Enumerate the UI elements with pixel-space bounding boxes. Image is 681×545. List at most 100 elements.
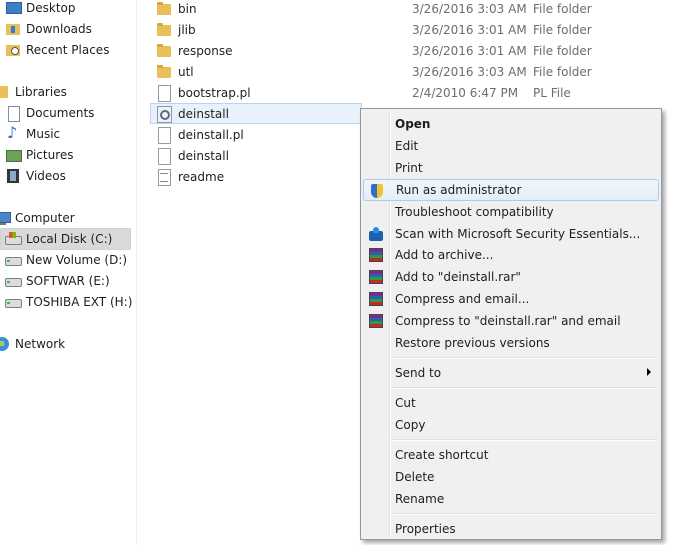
menu-item-label: Run as administrator	[396, 183, 522, 197]
menu-item-run-as-administrator[interactable]: Run as administrator	[363, 179, 659, 201]
menu-separator	[391, 357, 657, 359]
nav-item-label: Computer	[15, 210, 75, 225]
file-name: bin	[178, 1, 197, 16]
nav-item-documents[interactable]: Documents	[0, 102, 130, 123]
menu-item-properties[interactable]: Properties	[363, 518, 659, 540]
menu-item-rename[interactable]: Rename	[363, 488, 659, 510]
menu-separator	[391, 387, 657, 389]
file-name: deinstall	[178, 106, 229, 121]
nav-item-desktop[interactable]: Desktop	[0, 0, 130, 18]
nav-item-libraries[interactable]: Libraries	[0, 81, 124, 102]
file-row[interactable]: bin 3/26/2016 3:03 AM File folder	[150, 0, 640, 19]
text-file-icon	[156, 168, 172, 186]
menu-item-delete[interactable]: Delete	[363, 466, 659, 488]
computer-icon	[0, 210, 11, 226]
file-name: readme	[178, 169, 225, 184]
file-name: bootstrap.pl	[178, 85, 251, 100]
file-row[interactable]: deinstall	[150, 145, 355, 166]
videos-icon	[5, 168, 21, 184]
menu-item-label: Cut	[395, 396, 416, 410]
nav-item-softwar-e[interactable]: SOFTWAR (E:)	[0, 270, 130, 291]
winrar-icon	[368, 313, 384, 329]
nav-item-downloads[interactable]: Downloads	[0, 18, 130, 39]
network-icon	[0, 336, 10, 352]
menu-item-send-to[interactable]: Send to	[363, 362, 659, 384]
menu-item-label: Add to archive...	[395, 248, 494, 262]
folder-icon	[156, 43, 172, 59]
file-type: File folder	[533, 64, 592, 79]
file-row[interactable]: utl 3/26/2016 3:03 AM File folder	[150, 61, 640, 82]
navigation-pane: Desktop Downloads Recent Places Librarie…	[0, 0, 136, 545]
menu-item-compress-to-rar-and-email[interactable]: Compress to "deinstall.rar" and email	[363, 310, 659, 332]
nav-item-label: Desktop	[26, 0, 76, 15]
folder-icon	[156, 64, 172, 80]
menu-item-label: Copy	[395, 418, 426, 432]
nav-item-label: New Volume (D:)	[26, 252, 128, 267]
menu-item-troubleshoot-compatibility[interactable]: Troubleshoot compatibility	[363, 201, 659, 223]
menu-item-open[interactable]: Open	[363, 113, 659, 135]
menu-item-add-to-rar[interactable]: Add to "deinstall.rar"	[363, 266, 659, 288]
file-name: utl	[178, 64, 194, 79]
nav-item-label: Libraries	[15, 84, 67, 99]
menu-item-copy[interactable]: Copy	[363, 414, 659, 436]
nav-item-videos[interactable]: Videos	[0, 165, 130, 186]
file-type: File folder	[533, 43, 592, 58]
security-essentials-icon	[368, 226, 384, 242]
nav-item-label: Recent Places	[26, 42, 110, 57]
pane-divider[interactable]	[136, 0, 137, 545]
menu-item-label: Delete	[395, 470, 435, 484]
nav-item-pictures[interactable]: Pictures	[0, 144, 130, 165]
desktop-icon	[5, 0, 22, 16]
local-disk-icon	[5, 231, 22, 247]
file-row-selected[interactable]: deinstall	[150, 103, 362, 124]
menu-separator	[391, 439, 657, 441]
music-icon	[5, 123, 21, 142]
file-type: File folder	[533, 1, 592, 16]
nav-item-music[interactable]: Music	[0, 123, 130, 144]
menu-item-edit[interactable]: Edit	[363, 135, 659, 157]
nav-item-local-disk-c[interactable]: Local Disk (C:)	[0, 228, 131, 250]
file-row[interactable]: bootstrap.pl 2/4/2010 6:47 PM PL File	[150, 82, 640, 103]
nav-item-network[interactable]: Network	[0, 333, 124, 354]
folder-icon	[156, 1, 172, 17]
winrar-icon	[368, 269, 384, 285]
recent-places-icon	[5, 42, 21, 58]
nav-item-label: Pictures	[26, 147, 74, 162]
file-name: response	[178, 43, 233, 58]
menu-item-add-to-archive[interactable]: Add to archive...	[363, 244, 659, 266]
nav-item-label: Music	[26, 126, 61, 141]
drive-icon	[5, 252, 22, 268]
menu-item-compress-and-email[interactable]: Compress and email...	[363, 288, 659, 310]
file-icon	[156, 147, 172, 165]
nav-item-label: Local Disk (C:)	[26, 232, 113, 246]
file-icon	[156, 126, 172, 144]
drive-icon	[5, 273, 22, 289]
nav-item-toshiba-ext-h[interactable]: TOSHIBA EXT (H:)	[0, 291, 132, 312]
nav-item-label: Downloads	[26, 21, 92, 36]
file-row[interactable]: deinstall.pl	[150, 124, 355, 145]
menu-item-label: Print	[395, 161, 423, 175]
menu-item-restore-previous-versions[interactable]: Restore previous versions	[363, 332, 659, 354]
file-type: PL File	[533, 85, 571, 100]
file-row[interactable]: response 3/26/2016 3:01 AM File folder	[150, 40, 640, 61]
drive-icon	[5, 294, 22, 310]
file-date: 3/26/2016 3:03 AM	[412, 64, 527, 79]
menu-item-scan-security-essentials[interactable]: Scan with Microsoft Security Essentials.…	[363, 223, 659, 245]
file-date: 2/4/2010 6:47 PM	[412, 85, 519, 100]
menu-item-cut[interactable]: Cut	[363, 392, 659, 414]
file-name: jlib	[178, 22, 196, 37]
menu-item-label: Compress to "deinstall.rar" and email	[395, 314, 621, 328]
menu-item-label: Open	[395, 117, 431, 131]
nav-item-computer[interactable]: Computer	[0, 207, 124, 228]
nav-item-label: Videos	[26, 168, 66, 183]
file-date: 3/26/2016 3:01 AM	[412, 43, 527, 58]
nav-item-recent-places[interactable]: Recent Places	[0, 39, 130, 60]
file-row[interactable]: readme	[150, 166, 355, 187]
nav-item-label: SOFTWAR (E:)	[26, 273, 110, 288]
nav-item-new-volume-d[interactable]: New Volume (D:)	[0, 249, 130, 270]
menu-item-print[interactable]: Print	[363, 157, 659, 179]
submenu-arrow-icon	[647, 368, 651, 376]
file-row[interactable]: jlib 3/26/2016 3:01 AM File folder	[150, 19, 640, 40]
menu-item-create-shortcut[interactable]: Create shortcut	[363, 444, 659, 466]
menu-item-label: Rename	[395, 492, 445, 506]
